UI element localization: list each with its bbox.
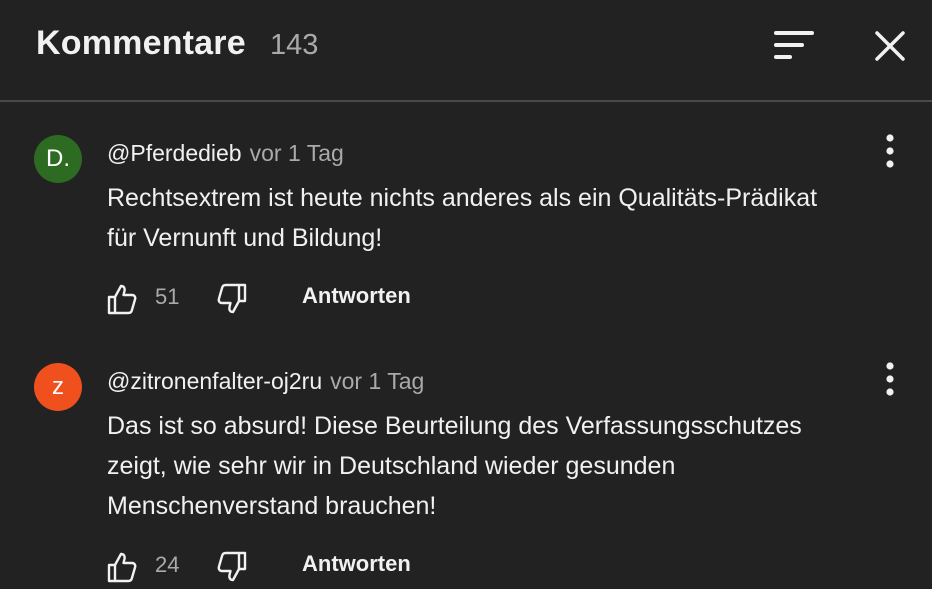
comment-text-line: Rechtsextrem ist heute nichts anderes al… (107, 184, 818, 212)
avatar[interactable]: D. (34, 135, 82, 183)
thumbs-down-icon (217, 551, 247, 582)
dislike-button[interactable] (216, 550, 248, 584)
comment-text: Das ist so absurd! Diese Beurteilung des… (107, 406, 907, 526)
close-button[interactable] (868, 24, 912, 68)
like-count: 51 (155, 284, 180, 309)
sort-button[interactable] (770, 26, 818, 66)
sort-icon (774, 31, 814, 59)
comments-header: Kommentare 143 (0, 0, 932, 101)
close-icon (875, 31, 905, 61)
comment-text: Rechtsextrem ist heute nichts anderes al… (107, 178, 907, 258)
comment-text-line: zeigt, wie sehr wir in Deutschland wiede… (107, 452, 676, 480)
header-divider (0, 100, 932, 102)
comment-menu-button[interactable] (876, 132, 904, 172)
thumbs-up-icon (107, 284, 137, 315)
comment-author[interactable]: @Pferdedieb (107, 140, 242, 166)
like-button[interactable] (106, 282, 138, 316)
comment-time[interactable]: vor 1 Tag (330, 368, 424, 394)
thumbs-up-icon (107, 552, 137, 583)
thumbs-down-icon (217, 283, 247, 314)
comment-meta: @zitronenfalter-oj2ru vor 1 Tag (107, 368, 424, 395)
more-vert-icon (886, 362, 894, 396)
comments-title: Kommentare (36, 24, 246, 62)
avatar[interactable]: z (34, 363, 82, 411)
comment-text-line: Das ist so absurd! Diese Beurteilung des… (107, 412, 802, 440)
reply-button[interactable]: Antworten (302, 283, 411, 309)
like-button[interactable] (106, 550, 138, 584)
avatar-letter: D. (46, 145, 70, 172)
comments-panel: Kommentare 143 D. @Pferdedieb vor 1 Tag (0, 0, 932, 589)
comment-text-line: für Vernunft und Bildung! (107, 224, 383, 252)
comment-text-line: Menschenverstand brauchen! (107, 492, 437, 520)
comment-meta: @Pferdedieb vor 1 Tag (107, 140, 344, 167)
more-vert-icon (886, 134, 894, 168)
comment-time[interactable]: vor 1 Tag (250, 140, 344, 166)
dislike-button[interactable] (216, 282, 248, 316)
comments-count: 143 (270, 29, 319, 61)
avatar-letter: z (52, 373, 64, 400)
like-count: 24 (155, 552, 180, 577)
comment-author[interactable]: @zitronenfalter-oj2ru (107, 368, 322, 394)
comment-menu-button[interactable] (876, 360, 904, 400)
reply-button[interactable]: Antworten (302, 551, 411, 577)
